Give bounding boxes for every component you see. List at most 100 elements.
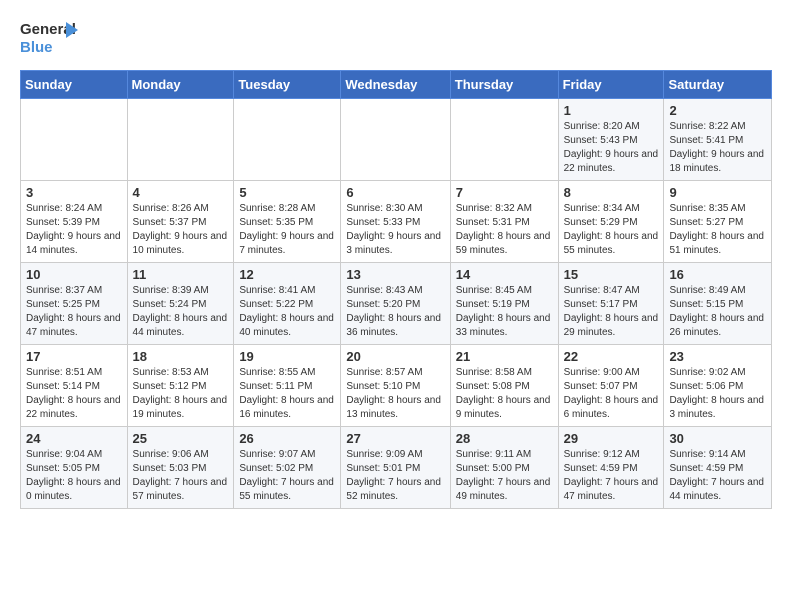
day-info: Sunrise: 8:26 AM Sunset: 5:37 PM Dayligh… bbox=[133, 202, 229, 258]
day-number: 27 bbox=[346, 431, 444, 446]
day-number: 5 bbox=[239, 185, 335, 200]
calendar-cell: 2Sunrise: 8:22 AM Sunset: 5:41 PM Daylig… bbox=[664, 99, 772, 181]
calendar-cell bbox=[234, 99, 341, 181]
calendar-cell: 24 Sunrise: 9:04 AM Sunset: 5:05 PM Dayli… bbox=[21, 427, 128, 509]
col-header-monday: Monday bbox=[127, 71, 234, 99]
day-info: Sunrise: 9:07 AM Sunset: 5:02 PM Dayligh… bbox=[239, 448, 335, 504]
calendar-cell: 20 Sunrise: 8:57 AM Sunset: 5:10 PM Dayli… bbox=[341, 345, 450, 427]
calendar-cell: 25 Sunrise: 9:06 AM Sunset: 5:03 PM Dayli… bbox=[127, 427, 234, 509]
day-info: Sunrise: 8:35 AM Sunset: 5:27 PM Dayligh… bbox=[669, 202, 766, 258]
calendar-cell: 17 Sunrise: 8:51 AM Sunset: 5:14 PM Dayli… bbox=[21, 345, 128, 427]
day-number: 23 bbox=[669, 349, 766, 364]
day-number: 14 bbox=[456, 267, 553, 282]
day-number: 7 bbox=[456, 185, 553, 200]
day-info: Sunrise: 9:14 AM Sunset: 4:59 PM Dayligh… bbox=[669, 448, 766, 504]
day-number: 13 bbox=[346, 267, 444, 282]
calendar-cell: 26 Sunrise: 9:07 AM Sunset: 5:02 PM Dayli… bbox=[234, 427, 341, 509]
calendar-cell: 16 Sunrise: 8:49 AM Sunset: 5:15 PM Dayli… bbox=[664, 263, 772, 345]
day-number: 24 bbox=[26, 431, 122, 446]
col-header-wednesday: Wednesday bbox=[341, 71, 450, 99]
day-number: 25 bbox=[133, 431, 229, 446]
day-info: Sunrise: 8:45 AM Sunset: 5:19 PM Dayligh… bbox=[456, 284, 553, 340]
day-info: Sunrise: 9:06 AM Sunset: 5:03 PM Dayligh… bbox=[133, 448, 229, 504]
day-number: 4 bbox=[133, 185, 229, 200]
day-info: Sunrise: 9:12 AM Sunset: 4:59 PM Dayligh… bbox=[564, 448, 659, 504]
calendar-cell: 28 Sunrise: 9:11 AM Sunset: 5:00 PM Dayli… bbox=[450, 427, 558, 509]
page-header: GeneralBlue bbox=[20, 16, 772, 60]
calendar-cell: 19 Sunrise: 8:55 AM Sunset: 5:11 PM Dayli… bbox=[234, 345, 341, 427]
calendar-cell bbox=[21, 99, 128, 181]
calendar-cell: 27 Sunrise: 9:09 AM Sunset: 5:01 PM Dayli… bbox=[341, 427, 450, 509]
day-info: Sunrise: 8:57 AM Sunset: 5:10 PM Dayligh… bbox=[346, 366, 444, 422]
day-number: 11 bbox=[133, 267, 229, 282]
day-info: Sunrise: 9:11 AM Sunset: 5:00 PM Dayligh… bbox=[456, 448, 553, 504]
calendar-cell bbox=[127, 99, 234, 181]
calendar-cell: 15Sunrise: 8:47 AM Sunset: 5:17 PM Dayli… bbox=[558, 263, 664, 345]
calendar-week-4: 17 Sunrise: 8:51 AM Sunset: 5:14 PM Dayli… bbox=[21, 345, 772, 427]
calendar-cell: 21 Sunrise: 8:58 AM Sunset: 5:08 PM Dayli… bbox=[450, 345, 558, 427]
calendar-cell: 5 Sunrise: 8:28 AM Sunset: 5:35 PM Daylig… bbox=[234, 181, 341, 263]
day-number: 20 bbox=[346, 349, 444, 364]
day-info: Sunrise: 8:49 AM Sunset: 5:15 PM Dayligh… bbox=[669, 284, 766, 340]
day-number: 26 bbox=[239, 431, 335, 446]
day-number: 18 bbox=[133, 349, 229, 364]
col-header-thursday: Thursday bbox=[450, 71, 558, 99]
day-number: 3 bbox=[26, 185, 122, 200]
day-info: Sunrise: 8:51 AM Sunset: 5:14 PM Dayligh… bbox=[26, 366, 122, 422]
day-info: Sunrise: 8:34 AM Sunset: 5:29 PM Dayligh… bbox=[564, 202, 659, 258]
day-number: 28 bbox=[456, 431, 553, 446]
day-number: 22 bbox=[564, 349, 659, 364]
day-number: 2 bbox=[669, 103, 766, 118]
day-number: 8 bbox=[564, 185, 659, 200]
calendar-cell: 11 Sunrise: 8:39 AM Sunset: 5:24 PM Dayli… bbox=[127, 263, 234, 345]
day-info: Sunrise: 9:02 AM Sunset: 5:06 PM Dayligh… bbox=[669, 366, 766, 422]
day-number: 29 bbox=[564, 431, 659, 446]
day-info: Sunrise: 8:41 AM Sunset: 5:22 PM Dayligh… bbox=[239, 284, 335, 340]
day-number: 21 bbox=[456, 349, 553, 364]
day-number: 17 bbox=[26, 349, 122, 364]
day-number: 16 bbox=[669, 267, 766, 282]
calendar-cell: 4 Sunrise: 8:26 AM Sunset: 5:37 PM Daylig… bbox=[127, 181, 234, 263]
calendar-cell: 12 Sunrise: 8:41 AM Sunset: 5:22 PM Dayli… bbox=[234, 263, 341, 345]
calendar-week-2: 3 Sunrise: 8:24 AM Sunset: 5:39 PM Daylig… bbox=[21, 181, 772, 263]
calendar-cell: 30 Sunrise: 9:14 AM Sunset: 4:59 PM Dayli… bbox=[664, 427, 772, 509]
day-info: Sunrise: 9:09 AM Sunset: 5:01 PM Dayligh… bbox=[346, 448, 444, 504]
calendar-cell: 1Sunrise: 8:20 AM Sunset: 5:43 PM Daylig… bbox=[558, 99, 664, 181]
calendar-cell: 18 Sunrise: 8:53 AM Sunset: 5:12 PM Dayli… bbox=[127, 345, 234, 427]
calendar-cell: 14 Sunrise: 8:45 AM Sunset: 5:19 PM Dayli… bbox=[450, 263, 558, 345]
col-header-sunday: Sunday bbox=[21, 71, 128, 99]
day-number: 12 bbox=[239, 267, 335, 282]
day-info: Sunrise: 9:00 AM Sunset: 5:07 PM Dayligh… bbox=[564, 366, 659, 422]
calendar-table: SundayMondayTuesdayWednesdayThursdayFrid… bbox=[20, 70, 772, 509]
day-info: Sunrise: 8:58 AM Sunset: 5:08 PM Dayligh… bbox=[456, 366, 553, 422]
day-number: 10 bbox=[26, 267, 122, 282]
logo: GeneralBlue bbox=[20, 16, 80, 60]
day-info: Sunrise: 8:55 AM Sunset: 5:11 PM Dayligh… bbox=[239, 366, 335, 422]
calendar-week-1: 1Sunrise: 8:20 AM Sunset: 5:43 PM Daylig… bbox=[21, 99, 772, 181]
day-number: 9 bbox=[669, 185, 766, 200]
calendar-cell: 22 Sunrise: 9:00 AM Sunset: 5:07 PM Dayli… bbox=[558, 345, 664, 427]
calendar-week-3: 10 Sunrise: 8:37 AM Sunset: 5:25 PM Dayli… bbox=[21, 263, 772, 345]
day-info: Sunrise: 8:30 AM Sunset: 5:33 PM Dayligh… bbox=[346, 202, 444, 258]
calendar-cell: 29 Sunrise: 9:12 AM Sunset: 4:59 PM Dayli… bbox=[558, 427, 664, 509]
calendar-cell: 6Sunrise: 8:30 AM Sunset: 5:33 PM Daylig… bbox=[341, 181, 450, 263]
day-info: Sunrise: 8:24 AM Sunset: 5:39 PM Dayligh… bbox=[26, 202, 122, 258]
day-info: Sunrise: 8:32 AM Sunset: 5:31 PM Dayligh… bbox=[456, 202, 553, 258]
calendar-header-row: SundayMondayTuesdayWednesdayThursdayFrid… bbox=[21, 71, 772, 99]
day-info: Sunrise: 8:28 AM Sunset: 5:35 PM Dayligh… bbox=[239, 202, 335, 258]
calendar-cell bbox=[450, 99, 558, 181]
day-info: Sunrise: 8:43 AM Sunset: 5:20 PM Dayligh… bbox=[346, 284, 444, 340]
col-header-tuesday: Tuesday bbox=[234, 71, 341, 99]
day-info: Sunrise: 8:39 AM Sunset: 5:24 PM Dayligh… bbox=[133, 284, 229, 340]
calendar-cell: 8 Sunrise: 8:34 AM Sunset: 5:29 PM Daylig… bbox=[558, 181, 664, 263]
calendar-cell: 10 Sunrise: 8:37 AM Sunset: 5:25 PM Dayli… bbox=[21, 263, 128, 345]
day-info: Sunrise: 9:04 AM Sunset: 5:05 PM Dayligh… bbox=[26, 448, 122, 504]
day-number: 30 bbox=[669, 431, 766, 446]
day-number: 1 bbox=[564, 103, 659, 118]
day-info: Sunrise: 8:53 AM Sunset: 5:12 PM Dayligh… bbox=[133, 366, 229, 422]
day-number: 19 bbox=[239, 349, 335, 364]
calendar-cell: 9 Sunrise: 8:35 AM Sunset: 5:27 PM Daylig… bbox=[664, 181, 772, 263]
day-info: Sunrise: 8:37 AM Sunset: 5:25 PM Dayligh… bbox=[26, 284, 122, 340]
calendar-cell: 7 Sunrise: 8:32 AM Sunset: 5:31 PM Daylig… bbox=[450, 181, 558, 263]
day-number: 15 bbox=[564, 267, 659, 282]
